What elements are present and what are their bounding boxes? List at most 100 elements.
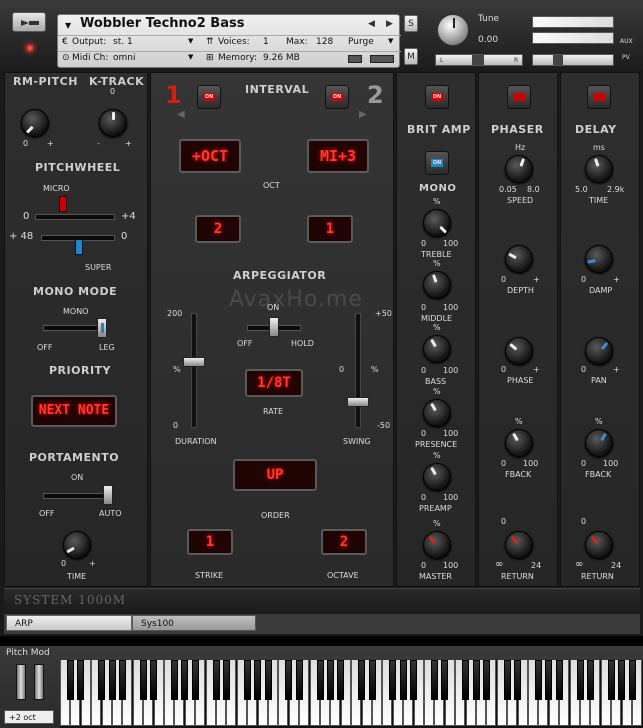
black-key[interactable] [191,660,199,700]
phaser-on-button[interactable] [507,85,531,109]
delay-on-button[interactable] [587,85,611,109]
black-key[interactable] [285,660,293,700]
black-key[interactable] [534,660,542,700]
black-key[interactable] [295,660,303,700]
black-key[interactable] [586,660,594,700]
mute-button[interactable]: M [404,48,418,65]
tab-arp[interactable]: ARP [6,615,132,631]
portamento-time-knob[interactable] [63,531,91,559]
black-key[interactable] [545,660,553,700]
brit-amp-on-button[interactable]: ON [425,85,449,109]
black-key[interactable] [118,660,126,700]
mono-on-button[interactable]: ON [425,151,449,175]
k-track-knob[interactable] [99,109,127,137]
tune-value[interactable]: 0.00 [478,35,498,45]
black-key[interactable] [243,660,251,700]
black-key[interactable] [98,660,106,700]
instrument-title[interactable]: Wobbler Techno2 Bass [80,16,244,31]
midi-dropdown-icon[interactable]: ▼ [188,53,193,61]
black-key[interactable] [472,660,480,700]
tune-knob[interactable] [437,14,469,46]
master-knob[interactable] [423,531,451,559]
swing-fader[interactable] [355,313,361,428]
interval-1-octave-display[interactable]: 2 [195,215,241,243]
pv-label[interactable]: PV [622,54,630,61]
black-key[interactable] [170,660,178,700]
pitchwheel-micro-slider[interactable] [35,214,115,220]
black-key[interactable] [441,660,449,700]
octave-display[interactable]: 2 [321,529,367,555]
black-key[interactable] [430,660,438,700]
output-dropdown-icon[interactable]: ▼ [188,37,193,45]
black-key[interactable] [222,660,230,700]
priority-display[interactable]: NEXT NOTE [31,395,117,427]
black-key[interactable] [503,660,511,700]
black-key[interactable] [139,660,147,700]
black-key[interactable] [326,660,334,700]
mini-view-icon[interactable] [348,55,362,63]
prev-instrument-icon[interactable]: ◀ [368,19,375,29]
black-key[interactable] [618,660,626,700]
mod-wheel[interactable] [34,664,44,700]
black-key[interactable] [316,660,324,700]
rate-display[interactable]: 1/8T [245,369,303,397]
depth-knob[interactable] [505,245,533,273]
black-key[interactable] [514,660,522,700]
black-key[interactable] [628,660,636,700]
delay-fback-knob[interactable] [585,429,613,457]
order-display[interactable]: UP [233,459,317,491]
pan-knob[interactable] [585,337,613,365]
middle-knob[interactable] [423,271,451,299]
delay-return-knob[interactable] [585,531,613,559]
black-key[interactable] [399,660,407,700]
duration-fader[interactable] [191,313,197,428]
black-key[interactable] [410,660,418,700]
damp-knob[interactable] [585,245,613,273]
black-key[interactable] [254,660,262,700]
midi-channel-select[interactable]: omni [113,53,135,63]
black-key[interactable] [576,660,584,700]
black-key[interactable] [181,660,189,700]
portamento-switch[interactable] [43,493,105,499]
collapse-icon[interactable]: ▼ [65,21,71,30]
preamp-knob[interactable] [423,463,451,491]
interval-2-on-button[interactable]: ON [325,85,349,109]
black-key[interactable] [264,660,272,700]
bass-knob[interactable] [423,335,451,363]
treble-knob[interactable] [423,209,451,237]
tab-sys100[interactable]: Sys100 [132,615,256,631]
black-key[interactable] [337,660,345,700]
volume-slider[interactable] [532,54,614,66]
swing-fader-handle[interactable] [347,397,369,407]
volume-slider-handle[interactable] [553,55,563,65]
presence-knob[interactable] [423,399,451,427]
interval-1-on-button[interactable]: ON [197,85,221,109]
pan-slider-handle[interactable] [472,55,484,65]
super-slider-handle[interactable] [75,239,83,255]
mono-mode-switch[interactable] [43,325,105,331]
interval-2-display[interactable]: MI+3 [307,139,369,173]
output-select[interactable]: st. 1 [113,37,133,47]
portamento-handle[interactable] [103,485,113,505]
phase-knob[interactable] [505,337,533,365]
solo-button[interactable]: S [404,15,418,32]
rm-pitch-knob[interactable] [21,109,49,137]
delay-time-knob[interactable] [585,155,613,183]
black-key[interactable] [462,660,470,700]
next-instrument-icon[interactable]: ▶ [386,19,393,29]
black-key[interactable] [607,660,615,700]
purge-menu[interactable]: Purge [348,37,374,47]
interval-2-octave-display[interactable]: 1 [307,215,353,243]
octave-shift-select[interactable]: +2 oct [4,710,54,724]
black-key[interactable] [66,660,74,700]
black-key[interactable] [368,660,376,700]
speed-knob[interactable] [505,155,533,183]
strike-display[interactable]: 1 [187,529,233,555]
max-voices-input[interactable]: 128 [316,37,333,47]
black-key[interactable] [555,660,563,700]
phaser-return-knob[interactable] [505,531,533,559]
pitch-wheel[interactable] [16,664,26,700]
black-key[interactable] [358,660,366,700]
black-key[interactable] [108,660,116,700]
black-key[interactable] [389,660,397,700]
